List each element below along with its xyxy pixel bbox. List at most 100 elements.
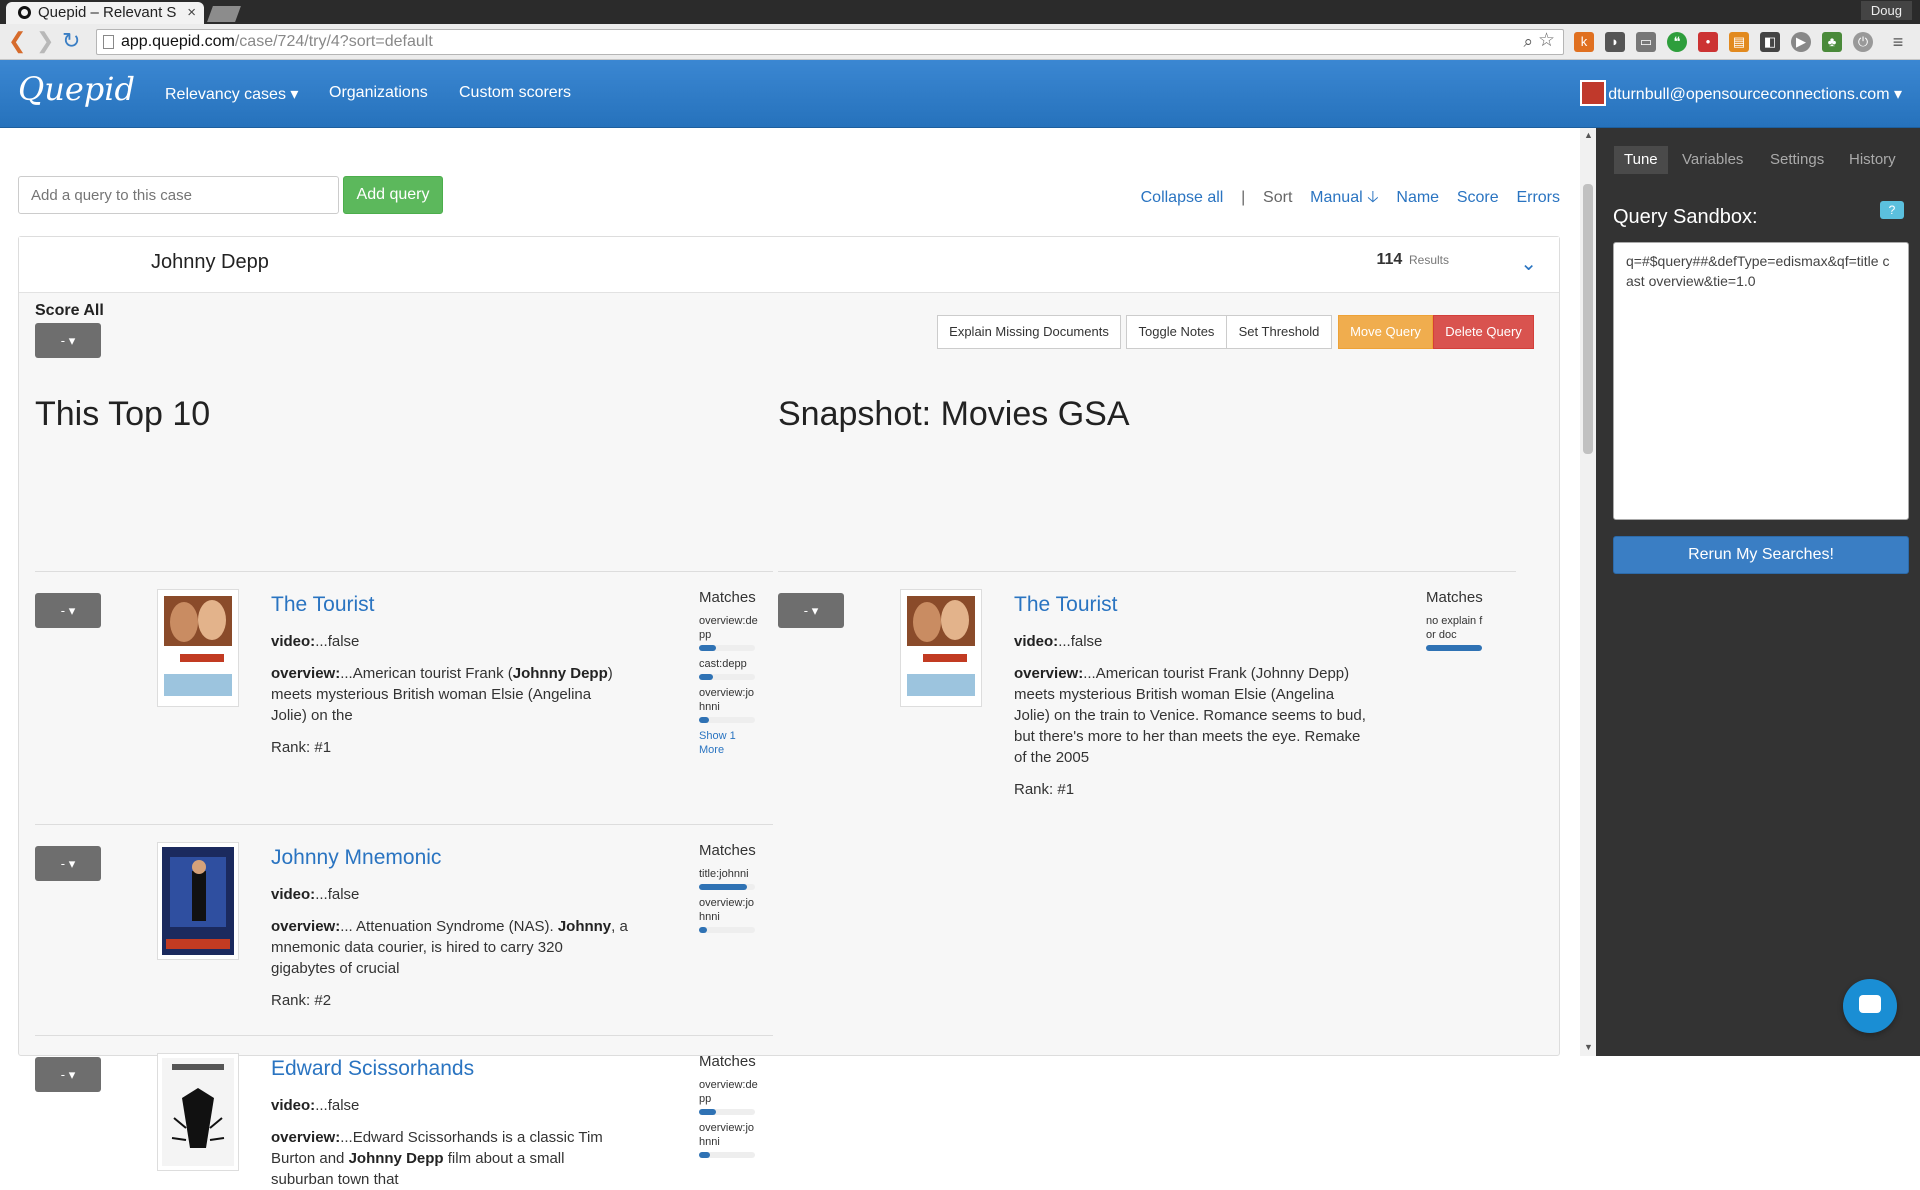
chevron-down-icon[interactable]: ⌄ xyxy=(1520,251,1537,276)
help-icon[interactable]: ? xyxy=(1880,201,1904,219)
tab-close-icon[interactable]: × xyxy=(187,2,196,24)
query-text[interactable]: Johnny Depp xyxy=(151,251,269,274)
avatar[interactable] xyxy=(1580,80,1606,106)
doc-separator xyxy=(35,1035,773,1036)
bookmark-star-icon[interactable]: ☆ xyxy=(1538,29,1555,53)
browser-user[interactable]: Doug xyxy=(1860,1,1912,20)
quepid-logo[interactable]: Quepid xyxy=(18,70,135,108)
field-value: ...false xyxy=(315,886,360,903)
rerun-searches-button[interactable]: Rerun My Searches! xyxy=(1613,536,1909,574)
doc-rating-dropdown[interactable]: - ▾ xyxy=(35,1057,101,1092)
doc-title[interactable]: Johnny Mnemonic xyxy=(271,846,441,870)
back-arrow-icon[interactable]: ❮ xyxy=(8,30,26,52)
field-label: video: xyxy=(1014,633,1059,650)
browser-chrome: Quepid – Relevant S × Doug ❮ ❯ ↻ app.que… xyxy=(0,0,1920,60)
account-menu[interactable]: dturnbull@opensourceconnections.com ▾ xyxy=(1608,84,1902,104)
cast-extension-icon[interactable]: ▭ xyxy=(1636,32,1656,52)
tab-settings[interactable]: Settings xyxy=(1760,146,1834,174)
delete-query-button[interactable]: Delete Query xyxy=(1433,315,1534,349)
collapse-all-link[interactable]: Collapse all xyxy=(1141,189,1224,206)
lastpass-extension-icon[interactable]: • xyxy=(1698,32,1718,52)
match-bar xyxy=(699,927,755,933)
match-field: overview:johnni xyxy=(699,1122,755,1148)
zoom-icon[interactable]: ⌕ xyxy=(1523,30,1533,54)
query-params-textarea[interactable]: q=#$query##&defType=edismax&qf=title cas… xyxy=(1613,242,1909,520)
nav-relevancy-cases-label: Relevancy cases xyxy=(165,86,286,103)
matches-list: overview:depp cast:depp overview:johnni xyxy=(699,614,759,723)
sort-errors-link[interactable]: Errors xyxy=(1516,189,1560,206)
matches-list: overview:depp overview:johnni xyxy=(699,1078,759,1158)
query-sandbox-title: Query Sandbox: xyxy=(1613,206,1758,228)
add-query-input[interactable] xyxy=(18,176,339,214)
url-host: app.quepid.com xyxy=(121,33,235,50)
tree-extension-icon[interactable]: ♣ xyxy=(1822,32,1842,52)
chat-bubble-icon xyxy=(1859,995,1881,1013)
field-label: video: xyxy=(271,1097,316,1114)
play-extension-icon[interactable]: ▶ xyxy=(1791,32,1811,52)
score-all-dropdown[interactable]: - ▾ xyxy=(35,323,101,358)
tab-variables[interactable]: Variables xyxy=(1672,146,1753,174)
no-explain-note: no explain for doc xyxy=(1426,614,1486,651)
power-extension-icon[interactable]: ⏻ xyxy=(1853,32,1873,52)
tab-tune[interactable]: Tune xyxy=(1614,146,1668,174)
explain-missing-button[interactable]: Explain Missing Documents xyxy=(937,315,1121,349)
tune-sidebar: Tune Variables Settings History Query Sa… xyxy=(1596,128,1920,1056)
chat-support-button[interactable] xyxy=(1843,979,1897,1033)
snapshot-rating-dropdown[interactable]: - ▾ xyxy=(778,593,844,628)
scrollbar-thumb[interactable] xyxy=(1583,184,1593,454)
ruler-extension-icon[interactable]: ▤ xyxy=(1729,32,1749,52)
scroll-up-icon[interactable]: ▲ xyxy=(1584,130,1593,140)
field-label: overview: xyxy=(1014,665,1084,682)
menu-icon[interactable]: ≡ xyxy=(1888,32,1908,52)
query-panel: Johnny Depp 114 Results ⌄ Score All - ▾ … xyxy=(18,236,1560,1188)
nav-custom-scorers[interactable]: Custom scorers xyxy=(459,84,571,102)
poster-tourist-snapshot[interactable] xyxy=(900,589,982,707)
new-tab-button[interactable] xyxy=(207,6,241,22)
show-more-link[interactable]: Show 1 More xyxy=(699,729,759,757)
sort-manual-link[interactable]: Manual 🡣 xyxy=(1310,189,1378,206)
doc-title[interactable]: The Tourist xyxy=(271,593,375,617)
poster-tourist[interactable] xyxy=(157,589,239,707)
no-explain-text: no explain for doc xyxy=(1426,615,1483,641)
doc-rating-dropdown[interactable]: - ▾ xyxy=(35,846,101,881)
sort-score-link[interactable]: Score xyxy=(1457,189,1499,206)
match-bar xyxy=(1426,645,1482,651)
reload-icon[interactable]: ↻ xyxy=(62,30,80,52)
move-query-button[interactable]: Move Query xyxy=(1338,315,1433,349)
match-bar-fill xyxy=(699,717,710,723)
match-bar xyxy=(699,1109,755,1115)
match-item: cast:depp xyxy=(699,657,759,680)
query-header[interactable]: Johnny Depp 114 Results ⌄ xyxy=(19,237,1559,293)
match-bar-fill xyxy=(1426,645,1482,651)
scroll-down-icon[interactable]: ▼ xyxy=(1584,1042,1593,1052)
main-scrollbar[interactable]: ▲ ▼ xyxy=(1580,128,1596,1056)
doc-title[interactable]: The Tourist xyxy=(1014,593,1118,617)
doc-overview-field: overview:... Attenuation Syndrome (NAS).… xyxy=(271,916,631,979)
results-label: Results xyxy=(1408,253,1449,267)
nav-organizations[interactable]: Organizations xyxy=(329,84,428,102)
set-threshold-button[interactable]: Set Threshold xyxy=(1226,315,1332,349)
toggle-notes-button[interactable]: Toggle Notes xyxy=(1126,315,1227,349)
browser-tab[interactable]: Quepid – Relevant S × xyxy=(6,2,204,24)
match-bar-fill xyxy=(699,927,708,933)
hangouts-extension-icon[interactable]: ❝ xyxy=(1667,32,1687,52)
notes-extension-icon[interactable]: ◧ xyxy=(1760,32,1780,52)
doc-title[interactable]: Edward Scissorhands xyxy=(271,1057,474,1081)
match-bar xyxy=(699,1152,755,1158)
poster-edward-scissorhands[interactable] xyxy=(157,1053,239,1171)
tab-history[interactable]: History xyxy=(1839,146,1906,174)
forward-arrow-icon[interactable]: ❯ xyxy=(36,30,54,52)
arrow-down-icon: 🡣 xyxy=(1367,189,1379,206)
sort-name-link[interactable]: Name xyxy=(1396,189,1439,206)
match-item: overview:johnni xyxy=(699,896,759,933)
match-field: title:johnni xyxy=(699,868,749,880)
nav-relevancy-cases[interactable]: Relevancy cases ▾ xyxy=(165,84,298,104)
address-bar[interactable]: app.quepid.com/case/724/try/4?sort=defau… xyxy=(96,29,1564,55)
match-bar-fill xyxy=(699,1109,716,1115)
add-query-button[interactable]: Add query xyxy=(343,176,443,214)
poster-johnny-mnemonic[interactable] xyxy=(157,842,239,960)
doc-rating-dropdown[interactable]: - ▾ xyxy=(35,593,101,628)
k-extension-icon[interactable]: k xyxy=(1574,32,1594,52)
chevron-down-icon: ▾ xyxy=(1893,86,1902,103)
pocket-extension-icon[interactable]: ◗ xyxy=(1605,32,1625,52)
